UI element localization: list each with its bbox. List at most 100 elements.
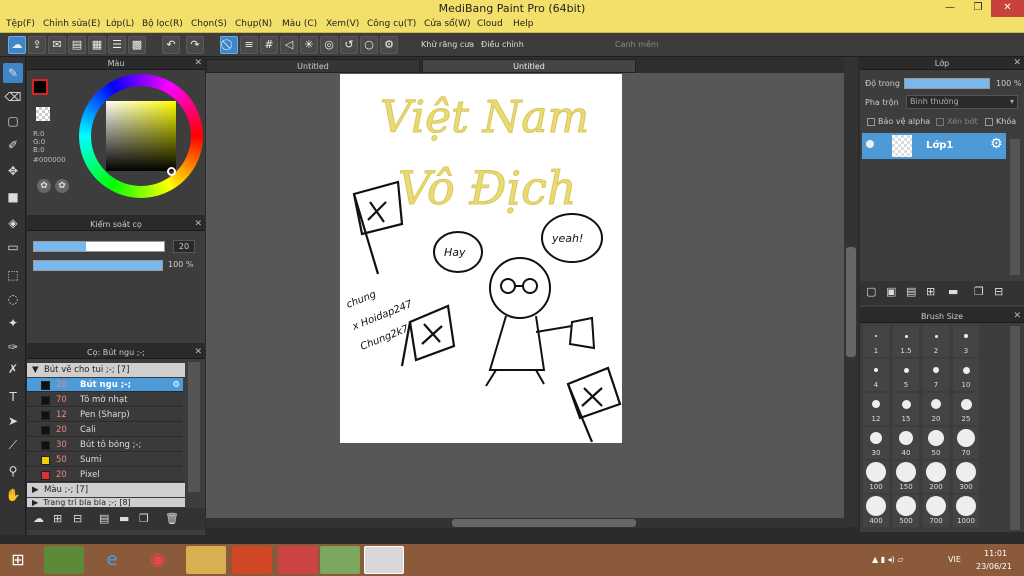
internet-explorer-icon[interactable]: e xyxy=(92,546,132,574)
share-icon[interactable]: ⇪ xyxy=(28,36,46,54)
copy-icon[interactable]: ❐ xyxy=(139,512,149,525)
brush-item[interactable]: 12 Pen (Sharp) xyxy=(27,408,183,422)
folder-icon[interactable]: ▬ xyxy=(119,512,129,525)
brush-size-option[interactable]: 5 xyxy=(893,359,919,391)
hand-tool-icon[interactable]: ✋ xyxy=(3,485,23,505)
close-icon[interactable]: ✕ xyxy=(1013,57,1021,70)
brush-item[interactable]: 30 Bút tô bóng ;-; xyxy=(27,438,183,452)
hue-marker[interactable] xyxy=(167,167,176,176)
close-icon[interactable]: ✕ xyxy=(194,346,202,359)
brush-group-header[interactable]: ▼ Bút vẽ cho tui ;-; [7] xyxy=(27,363,185,377)
menu-file[interactable]: Tệp(F) xyxy=(6,19,35,29)
curve-snap-icon[interactable]: ↺ xyxy=(340,36,358,54)
menu-select[interactable]: Chọn(S) xyxy=(191,19,227,29)
horizontal-scrollbar[interactable] xyxy=(206,518,844,528)
select-eraser-icon[interactable]: ✗ xyxy=(3,359,23,379)
brush-item[interactable]: 20 Cali xyxy=(27,423,183,437)
trash-icon[interactable]: 🗑 xyxy=(165,512,179,525)
comment-icon[interactable]: ✉ xyxy=(48,36,66,54)
menu-capture[interactable]: Chụp(N) xyxy=(235,19,272,29)
vertical-scroll-thumb[interactable] xyxy=(846,247,856,357)
list-icon[interactable]: ☰ xyxy=(108,36,126,54)
tray-icons[interactable]: ▲ ▮ ◂) ▱ xyxy=(872,555,903,564)
brush-size-option[interactable]: 150 xyxy=(893,461,919,493)
page-icon[interactable]: ▤ xyxy=(68,36,86,54)
cloud-icon[interactable]: ☁ xyxy=(8,36,26,54)
rectangle-tool-icon[interactable]: ▢ xyxy=(3,111,23,131)
horizontal-scroll-thumb[interactable] xyxy=(452,519,636,527)
brush-size-option[interactable]: 30 xyxy=(863,427,889,459)
bucket-tool-icon[interactable]: ◈ xyxy=(3,213,23,233)
new-layer-copy-icon[interactable]: ▤ xyxy=(906,285,916,298)
add-brush-icon[interactable]: ⊞ xyxy=(53,512,62,525)
close-icon[interactable]: ✕ xyxy=(1013,310,1021,323)
brush-size-option[interactable]: 25 xyxy=(953,393,979,425)
layer-scrollbar[interactable] xyxy=(1010,139,1020,275)
brush-doc-icon[interactable]: ▤ xyxy=(99,512,109,525)
layer-menu-icon[interactable]: ⊞ xyxy=(926,285,935,298)
brush-menu-icon[interactable]: ⊟ xyxy=(73,512,82,525)
vanish-snap-icon[interactable]: ◁ xyxy=(280,36,298,54)
move-tool-icon[interactable]: ✥ xyxy=(3,161,23,181)
brush-size-option[interactable]: 12 xyxy=(863,393,889,425)
brush-item[interactable]: 20 Bút ngu ;-; ⚙ xyxy=(27,378,183,392)
menu-view[interactable]: Xem(V) xyxy=(326,19,359,29)
radial-snap-icon[interactable]: ✳ xyxy=(300,36,318,54)
brush-size-option[interactable]: 3 xyxy=(953,325,979,357)
brush-size-option[interactable]: 100 xyxy=(863,461,889,493)
brush-size-option[interactable]: 300 xyxy=(953,461,979,493)
duplicate-icon[interactable]: ❐ xyxy=(974,285,984,298)
close-button[interactable]: ✕ xyxy=(991,0,1024,17)
language-indicator[interactable]: VIE xyxy=(948,555,961,564)
medibang-taskbar-icon[interactable] xyxy=(364,546,404,574)
parallel-snap-icon[interactable]: ≡ xyxy=(240,36,258,54)
brush-size-option[interactable]: 1000 xyxy=(953,495,979,527)
magic-wand-icon[interactable]: ✦ xyxy=(3,313,23,333)
select-pen-icon[interactable]: ✑ xyxy=(3,337,23,357)
menu-window[interactable]: Cửa sổ(W) xyxy=(424,19,470,29)
lock-checkbox[interactable] xyxy=(985,118,993,126)
cross-snap-icon[interactable]: # xyxy=(260,36,278,54)
new-layer-icon[interactable]: ▢ xyxy=(866,285,876,298)
layer-folder-icon[interactable]: ▬ xyxy=(948,285,958,298)
operation-tool-icon[interactable]: ➤ xyxy=(3,411,23,431)
brush-size-option[interactable]: 1 xyxy=(863,325,889,357)
brush-item[interactable]: 20 Pixel xyxy=(27,468,183,482)
cloud-brush-icon[interactable]: ☁ xyxy=(33,512,44,525)
eye-icon[interactable] xyxy=(866,140,874,148)
brush-opacity-slider[interactable] xyxy=(33,260,163,271)
menu-edit[interactable]: Chỉnh sửa(E) xyxy=(43,19,100,29)
divide-tool-icon[interactable]: ⟋ xyxy=(3,435,23,455)
close-icon[interactable]: ✕ xyxy=(194,218,202,231)
brush-size-slider[interactable] xyxy=(33,241,165,252)
clock-date[interactable]: 23/06/21 xyxy=(976,562,1012,571)
hue-wheel[interactable] xyxy=(79,74,203,198)
app-icon[interactable] xyxy=(278,546,318,574)
brush-size-option[interactable]: 4 xyxy=(863,359,889,391)
document-icon[interactable]: ▦ xyxy=(88,36,106,54)
redo-icon[interactable]: ↷ xyxy=(186,36,204,54)
blend-mode-select[interactable]: Bình thường ▾ xyxy=(906,95,1018,109)
text-tool-icon[interactable]: T xyxy=(3,387,23,407)
brush-size-option[interactable]: 40 xyxy=(893,427,919,459)
brush-list-scrollbar[interactable] xyxy=(188,362,200,492)
tab-untitled-1[interactable]: Untitled xyxy=(206,59,420,73)
file-explorer-icon[interactable] xyxy=(186,546,226,574)
brush-item[interactable]: 70 Tô mờ nhạt xyxy=(27,393,183,407)
brush-group-colors[interactable]: ▶ Màu ;-; [7] xyxy=(27,483,185,497)
merge-icon[interactable]: ⊟ xyxy=(994,285,1003,298)
brush-size-option[interactable]: 10 xyxy=(953,359,979,391)
brush-size-option[interactable]: 700 xyxy=(923,495,949,527)
ellipse-snap-icon[interactable]: ○ xyxy=(360,36,378,54)
brush-size-scrollbar[interactable] xyxy=(1010,326,1020,530)
settings-icon[interactable]: ⚙ xyxy=(380,36,398,54)
snap-off-icon[interactable]: ⃠ xyxy=(220,36,238,54)
fill-rect-tool-icon[interactable]: ■ xyxy=(3,187,23,207)
tab-untitled-2[interactable]: Untitled xyxy=(422,59,636,73)
foreground-swatch[interactable] xyxy=(32,79,48,95)
brush-size-option[interactable]: 50 xyxy=(923,427,949,459)
grid-icon[interactable]: ▩ xyxy=(128,36,146,54)
close-icon[interactable]: ✕ xyxy=(194,57,202,70)
clock-time[interactable]: 11:01 xyxy=(984,549,1007,558)
menu-help[interactable]: Help xyxy=(513,19,534,29)
